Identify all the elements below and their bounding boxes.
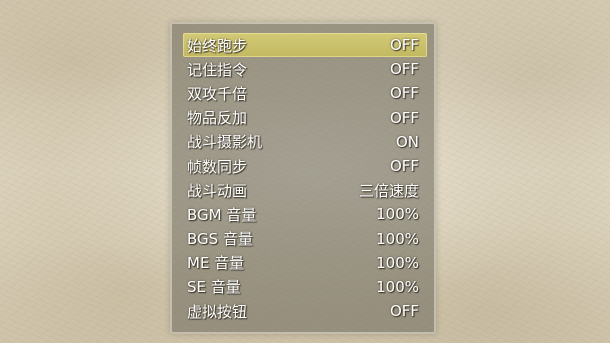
option-bgs-volume[interactable]: BGS 音量 100%: [183, 227, 427, 251]
option-se-volume[interactable]: SE 音量 100%: [183, 275, 427, 299]
option-value: OFF: [389, 36, 419, 55]
option-value: OFF: [389, 302, 419, 321]
option-value: 100%: [376, 205, 419, 224]
option-label: 战斗摄影机: [187, 133, 263, 152]
option-label: 物品反加: [187, 109, 248, 128]
option-value: ON: [395, 132, 419, 151]
option-double-attack[interactable]: 双攻千倍 OFF: [183, 81, 427, 105]
option-value: 100%: [376, 253, 419, 272]
option-value: 100%: [376, 277, 419, 296]
option-virtual-buttons[interactable]: 虚拟按钮 OFF: [183, 299, 427, 323]
option-list: 始终跑步 OFF 记住指令 OFF 双攻千倍 OFF 物品反加 OFF 战斗摄影…: [183, 33, 427, 323]
option-label: BGS 音量: [187, 230, 253, 249]
option-value: OFF: [389, 60, 419, 79]
option-label: 记住指令: [187, 60, 248, 79]
option-value: OFF: [389, 84, 419, 103]
option-item-reverse[interactable]: 物品反加 OFF: [183, 106, 427, 130]
option-value: OFF: [389, 157, 419, 176]
option-frame-sync[interactable]: 帧数同步 OFF: [183, 154, 427, 178]
option-label: 战斗动画: [187, 181, 248, 200]
option-command-remember[interactable]: 记住指令 OFF: [183, 57, 427, 81]
option-battle-camera[interactable]: 战斗摄影机 ON: [183, 130, 427, 154]
options-window: 始终跑步 OFF 记住指令 OFF 双攻千倍 OFF 物品反加 OFF 战斗摄影…: [170, 22, 436, 334]
option-bgm-volume[interactable]: BGM 音量 100%: [183, 202, 427, 226]
option-value: 三倍速度: [358, 181, 419, 200]
option-label: 始终跑步: [187, 36, 248, 55]
option-label: SE 音量: [187, 278, 241, 297]
option-me-volume[interactable]: ME 音量 100%: [183, 251, 427, 275]
option-battle-animation[interactable]: 战斗动画 三倍速度: [183, 178, 427, 202]
option-label: 虚拟按钮: [187, 302, 248, 321]
option-always-dash[interactable]: 始终跑步 OFF: [183, 33, 427, 58]
option-label: 帧数同步: [187, 157, 248, 176]
option-label: 双攻千倍: [187, 84, 248, 103]
option-value: OFF: [389, 108, 419, 127]
option-value: 100%: [376, 229, 419, 248]
option-label: BGM 音量: [187, 205, 257, 224]
option-label: ME 音量: [187, 254, 245, 273]
